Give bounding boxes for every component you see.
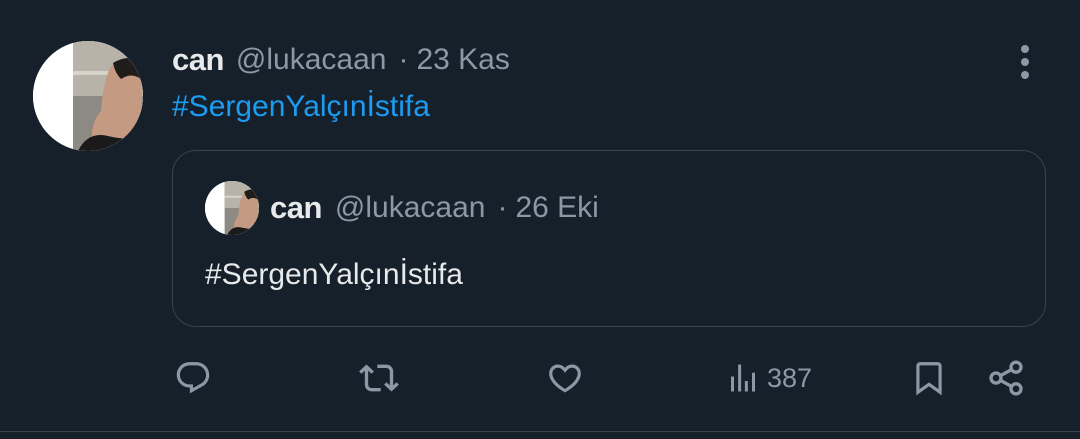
- views-icon: [731, 364, 755, 392]
- quoted-tweet-text: #SergenYalçınİstifa: [205, 258, 463, 291]
- avatar-photo: [33, 41, 143, 151]
- quoted-author-handle: @lukacaan: [334, 191, 486, 224]
- bookmark-icon: [916, 362, 942, 396]
- retweet-icon: [359, 364, 399, 392]
- separator-dot: ·: [398, 43, 409, 76]
- views-button[interactable]: 387: [725, 358, 812, 398]
- author-avatar[interactable]: [33, 41, 143, 151]
- share-button[interactable]: [986, 358, 1026, 398]
- reply-icon: [176, 362, 210, 394]
- tweet-header: can @lukacaan · 23 Kas: [172, 40, 510, 80]
- tweet-date[interactable]: 23 Kas: [416, 43, 509, 77]
- tweet-card[interactable]: can @lukacaan · 23 Kas #SergenYalçınİsti…: [0, 0, 1080, 439]
- author-name[interactable]: can: [172, 42, 224, 78]
- views-count: 387: [767, 362, 813, 393]
- quoted-tweet-date: 26 Eki: [515, 191, 599, 224]
- quoted-author-name: can: [270, 190, 322, 225]
- divider: [0, 431, 1080, 432]
- bookmark-button[interactable]: [910, 358, 948, 398]
- quoted-tweet[interactable]: [172, 150, 1046, 327]
- heart-icon: [549, 364, 581, 393]
- quoted-avatar-photo: [205, 181, 259, 235]
- author-handle[interactable]: @lukacaan: [236, 43, 387, 77]
- share-icon: [989, 360, 1023, 396]
- hashtag-link[interactable]: #SergenYalçınİstifa: [172, 90, 430, 124]
- retweet-button[interactable]: [359, 358, 399, 398]
- quoted-tweet-header: can @lukacaan · 26 Eki: [270, 189, 599, 227]
- reply-button[interactable]: [174, 358, 212, 398]
- quoted-author-avatar: [205, 181, 259, 235]
- more-options-button[interactable]: [1010, 44, 1040, 80]
- like-button[interactable]: [546, 358, 584, 398]
- quoted-separator-dot: ·: [497, 191, 508, 224]
- more-vertical-icon: [1021, 45, 1029, 79]
